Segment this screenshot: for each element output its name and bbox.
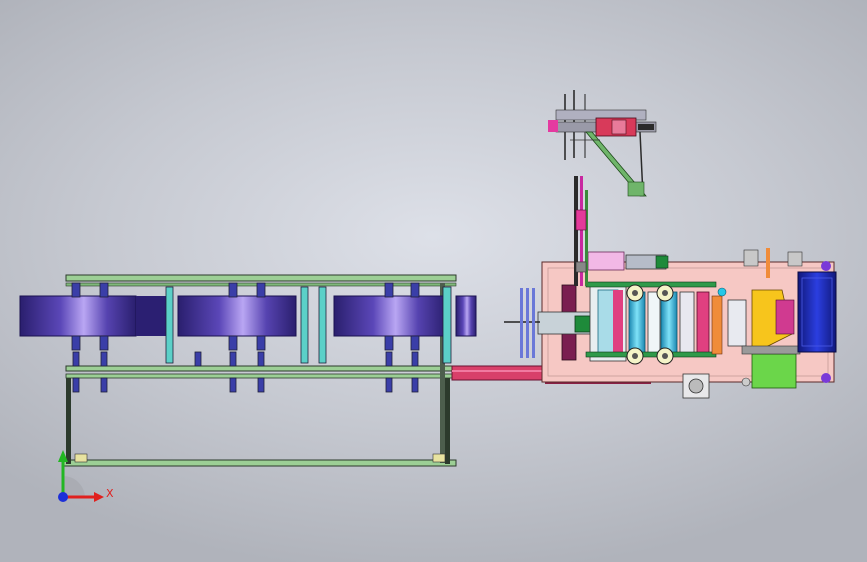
material-roll xyxy=(19,295,137,337)
triad-x-label: X xyxy=(106,487,114,500)
top-bracket-assembly xyxy=(548,90,657,197)
material-rolls xyxy=(19,295,477,337)
material-roll xyxy=(455,295,477,337)
cad-viewport[interactable]: X xyxy=(0,0,867,562)
material-roll xyxy=(136,296,166,336)
material-roll xyxy=(333,295,447,337)
guide-column xyxy=(574,176,588,286)
upper-actuators xyxy=(587,251,669,271)
cad-drawing[interactable]: X xyxy=(0,0,867,562)
material-roll xyxy=(177,295,297,337)
